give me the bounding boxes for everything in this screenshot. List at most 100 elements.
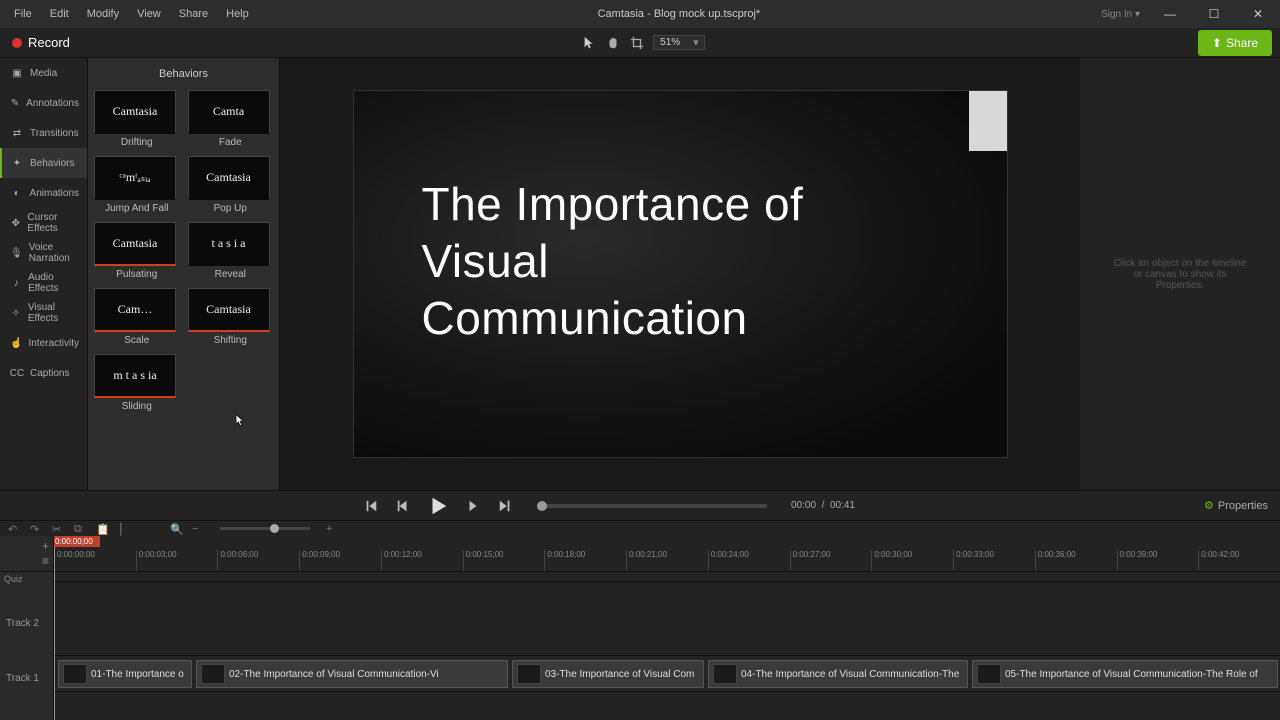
record-label: Record <box>28 35 70 50</box>
step-forward-button[interactable] <box>463 496 483 516</box>
behavior-thumbnail: ᶜᵃmᵗₐₛᵢₐ <box>94 156 176 200</box>
seek-thumb[interactable] <box>537 501 547 511</box>
minus-icon[interactable]: − <box>192 523 204 535</box>
signin-button[interactable]: Sign In ▾ <box>1101 9 1140 20</box>
rail-interactivity[interactable]: ☝Interactivity <box>0 328 87 358</box>
crop-tool-icon[interactable] <box>629 35 645 51</box>
panel-title: Behaviors <box>94 64 273 84</box>
timeline-clip[interactable]: 04-The Importance of Visual Communicatio… <box>708 660 968 688</box>
ruler-tick: 0:00:36;00 <box>1035 550 1117 571</box>
menu-view[interactable]: View <box>129 5 169 23</box>
split-icon[interactable]: ⎮ <box>118 523 130 535</box>
rail-transitions[interactable]: ⇄Transitions <box>0 118 87 148</box>
timeline-ruler[interactable]: 0:00:00;000:00:03;000:00:06;000:00:09;00… <box>54 550 1280 572</box>
paste-icon[interactable]: 📋 <box>96 523 108 535</box>
behavior-label: Reveal <box>188 266 274 280</box>
menu-bar: File Edit Modify View Share Help <box>0 5 257 23</box>
playhead[interactable]: 0:00:00;00 <box>54 536 55 720</box>
track1-label[interactable]: Track 1 <box>0 661 53 696</box>
add-track-button[interactable]: + <box>42 539 49 553</box>
share-button[interactable]: ⬆ Share <box>1198 30 1272 56</box>
menu-help[interactable]: Help <box>218 5 257 23</box>
canvas-area[interactable]: The Importance of Visual Communication <box>280 58 1080 490</box>
preview-canvas[interactable]: The Importance of Visual Communication <box>353 90 1008 458</box>
canvas-overlay-box[interactable] <box>969 91 1007 151</box>
behavior-jump-and-fall[interactable]: ᶜᵃmᵗₐₛᵢₐJump And Fall <box>94 156 180 214</box>
pointer-tool-icon[interactable] <box>581 35 597 51</box>
rail-animations[interactable]: ◐Animations <box>0 178 87 208</box>
rail-audio-effects[interactable]: ♪Audio Effects <box>0 268 87 298</box>
close-button[interactable]: ✕ <box>1244 7 1272 21</box>
maximize-button[interactable]: ☐ <box>1200 7 1228 21</box>
track-options-button[interactable]: ≡ <box>42 554 49 568</box>
captions-icon: CC <box>10 366 24 380</box>
step-back-button[interactable] <box>393 496 413 516</box>
behavior-thumbnail: t a s i a <box>188 222 270 266</box>
behavior-label: Pop Up <box>188 200 274 214</box>
behavior-thumbnail: Camtasia <box>188 288 270 332</box>
plus-icon[interactable]: + <box>326 523 338 535</box>
timeline-clip[interactable]: 03-The Importance of Visual Com <box>512 660 704 688</box>
zoom-slider[interactable] <box>220 527 310 530</box>
playback-time: 00:00 / 00:41 <box>791 500 855 511</box>
track-2[interactable] <box>54 582 1280 656</box>
rail-media[interactable]: ▣Media <box>0 58 87 88</box>
menu-share[interactable]: Share <box>171 5 216 23</box>
rail-visual-effects[interactable]: ✧Visual Effects <box>0 298 87 328</box>
rail-captions[interactable]: CCCaptions <box>0 358 87 388</box>
track2-label[interactable]: Track 2 <box>0 586 53 661</box>
clip-thumbnail <box>713 664 737 684</box>
clip-label: 03-The Importance of Visual Com <box>545 669 694 680</box>
minimize-button[interactable]: — <box>1156 7 1184 21</box>
properties-toggle[interactable]: ⚙ Properties <box>1204 499 1268 512</box>
prev-clip-button[interactable] <box>361 496 381 516</box>
ruler-tick: 0:00:09;00 <box>299 550 381 571</box>
behavior-drifting[interactable]: CamtasiaDrifting <box>94 90 180 148</box>
animations-icon: ◐ <box>10 186 24 200</box>
behavior-reveal[interactable]: t a s i aReveal <box>188 222 274 280</box>
undo-icon[interactable]: ↶ <box>8 523 20 535</box>
clip-label: 01-The Importance o <box>91 669 184 680</box>
playhead-time: 0:00:00;00 <box>54 536 100 547</box>
timeline-clip[interactable]: 01-The Importance o <box>58 660 192 688</box>
behavior-thumbnail: Camta <box>188 90 270 134</box>
quiz-row[interactable] <box>54 572 1280 582</box>
timeline-clip[interactable]: 05-The Importance of Visual Communicatio… <box>972 660 1278 688</box>
behavior-pulsating[interactable]: CamtasiaPulsating <box>94 222 180 280</box>
track-1[interactable]: 01-The Importance o 02-The Importance of … <box>54 656 1280 692</box>
menu-modify[interactable]: Modify <box>79 5 127 23</box>
play-button[interactable] <box>425 493 451 519</box>
record-button[interactable]: Record <box>0 35 82 50</box>
ruler-tick: 0:00:00;00 <box>54 550 136 571</box>
slide-title[interactable]: The Importance of Visual Communication <box>422 176 804 347</box>
ruler-tick: 0:00:06;00 <box>217 550 299 571</box>
zoom-knob[interactable] <box>270 524 279 533</box>
properties-panel: Click an object on the timeline or canva… <box>1080 58 1280 490</box>
timeline-clip[interactable]: 02-The Importance of Visual Communicatio… <box>196 660 508 688</box>
hand-tool-icon[interactable] <box>605 35 621 51</box>
behaviors-panel: Behaviors CamtasiaDriftingCamtaFadeᶜᵃmᵗₐ… <box>88 58 280 490</box>
cut-icon[interactable]: ✂ <box>52 523 64 535</box>
menu-edit[interactable]: Edit <box>42 5 77 23</box>
rail-behaviors[interactable]: ✦Behaviors <box>0 148 87 178</box>
next-clip-button[interactable] <box>495 496 515 516</box>
rail-cursor-effects[interactable]: ✥Cursor Effects <box>0 208 87 238</box>
ruler-tick: 0:00:39;00 <box>1117 550 1199 571</box>
seek-bar[interactable] <box>537 504 767 508</box>
behavior-sliding[interactable]: m t a s iaSliding <box>94 354 180 412</box>
menu-file[interactable]: File <box>6 5 40 23</box>
rail-annotations[interactable]: ✎Annotations <box>0 88 87 118</box>
rail-voice-narration[interactable]: 🎙Voice Narration <box>0 238 87 268</box>
behavior-thumbnail: m t a s ia <box>94 354 176 398</box>
behavior-label: Sliding <box>94 398 180 412</box>
behavior-shifting[interactable]: CamtasiaShifting <box>188 288 274 346</box>
behavior-scale[interactable]: Cam…Scale <box>94 288 180 346</box>
interactivity-icon: ☝ <box>10 336 22 350</box>
redo-icon[interactable]: ↷ <box>30 523 42 535</box>
clip-thumbnail <box>977 664 1001 684</box>
behavior-fade[interactable]: CamtaFade <box>188 90 274 148</box>
gear-icon: ⚙ <box>1204 499 1214 512</box>
copy-icon[interactable]: ⧉ <box>74 523 86 535</box>
behavior-pop-up[interactable]: CamtasiaPop Up <box>188 156 274 214</box>
zoom-out-icon[interactable]: 🔍 <box>170 523 182 535</box>
